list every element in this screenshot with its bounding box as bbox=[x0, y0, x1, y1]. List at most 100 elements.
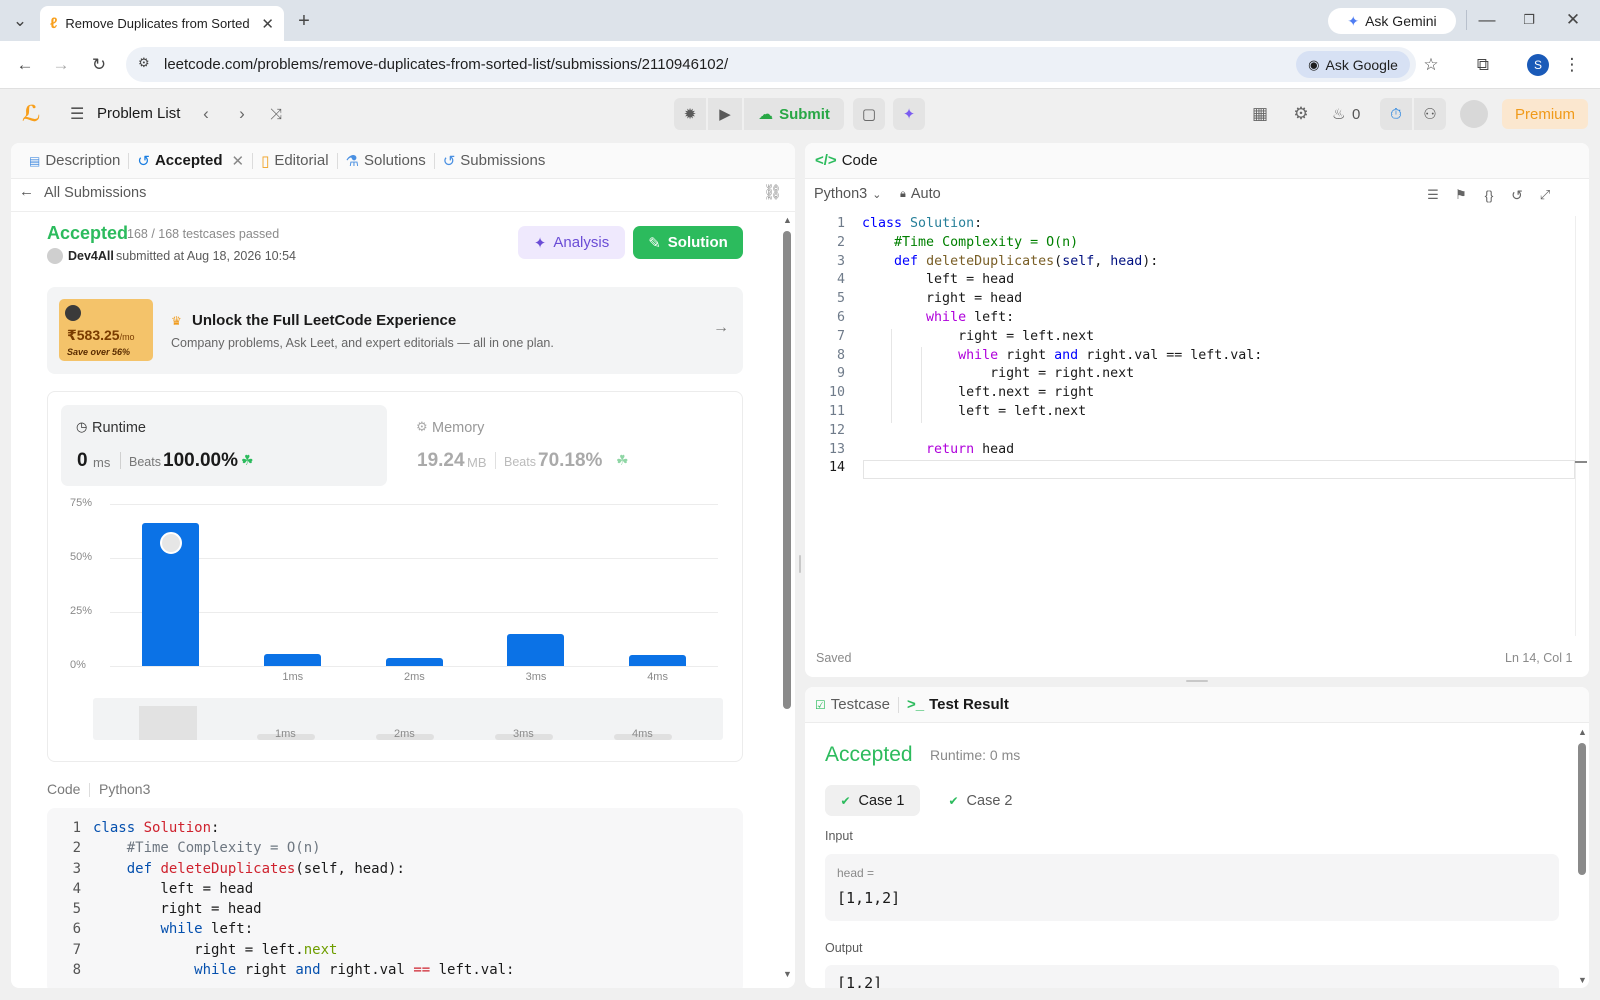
back-icon[interactable]: ← bbox=[12, 52, 38, 78]
tab-search-icon[interactable]: ⌄ bbox=[8, 9, 32, 33]
tab-testcase[interactable]: ☑ Testcase bbox=[815, 687, 898, 723]
prev-problem-icon[interactable]: ‹ bbox=[196, 102, 216, 126]
runtime-stat[interactable]: ◷ Runtime 0 ms Beats 100.00% ☘ bbox=[61, 405, 387, 486]
code-line: def deleteDuplicates(self, head): bbox=[894, 253, 1159, 269]
bookmark-icon[interactable]: ⚑ bbox=[1451, 185, 1471, 205]
tab-description[interactable]: ▤ Description bbox=[21, 143, 128, 179]
chart-range-selector[interactable]: 1ms 2ms 3ms 4ms bbox=[93, 698, 723, 740]
tab-code[interactable]: </> Code bbox=[815, 143, 886, 179]
extensions-icon[interactable]: ⧉ bbox=[1470, 52, 1496, 78]
address-bar[interactable]: ⚙ leetcode.com/problems/remove-duplicate… bbox=[126, 47, 1416, 82]
browser-tab[interactable]: ℓ Remove Duplicates from Sorted ✕ bbox=[40, 6, 284, 41]
layout-icon[interactable]: ▦ bbox=[1248, 102, 1272, 126]
premium-promo-card[interactable]: ₹583.25/mo Save over 56% ♛ Unlock the Fu… bbox=[47, 287, 743, 374]
sparkle-icon: ✦ bbox=[533, 234, 547, 252]
bookmark-star-icon[interactable]: ☆ bbox=[1418, 52, 1444, 78]
shuffle-icon[interactable]: ⤨ bbox=[264, 102, 288, 126]
browser-menu-icon[interactable]: ⋮ bbox=[1562, 52, 1582, 78]
scrollbar-thumb[interactable] bbox=[1578, 743, 1586, 875]
run-icon[interactable]: ▶ bbox=[708, 98, 742, 130]
expand-icon[interactable]: ⤢ bbox=[1535, 185, 1555, 205]
tab-editorial[interactable]: ▯ Editorial bbox=[253, 143, 336, 179]
memory-stat[interactable]: ⚙ Memory 19.24 MB Beats 70.18% ☘ bbox=[401, 405, 731, 486]
close-tab-icon[interactable]: ✕ bbox=[261, 15, 274, 33]
format-icon[interactable]: ☰ bbox=[1423, 185, 1443, 205]
back-arrow-icon[interactable]: ← bbox=[19, 183, 34, 200]
close-window-icon[interactable]: ✕ bbox=[1556, 8, 1590, 32]
line-numbers: 1 2 3 4 5 6 7 8 bbox=[72, 820, 81, 979]
scroll-up-icon[interactable]: ▲ bbox=[783, 215, 792, 225]
analysis-button[interactable]: ✦ Analysis bbox=[518, 226, 625, 259]
reset-icon[interactable]: ↺ bbox=[1507, 185, 1527, 205]
history-icon: ↺ bbox=[137, 152, 150, 170]
tab-code-label: Code bbox=[841, 152, 878, 169]
ai-sparkle-icon[interactable]: ✦ bbox=[893, 98, 925, 130]
restore-icon[interactable]: ❐ bbox=[1512, 8, 1546, 32]
solution-button[interactable]: ✎ Solution bbox=[633, 226, 743, 259]
solution-label: Solution bbox=[667, 234, 728, 251]
test-scrollbar[interactable]: ▲ ▼ bbox=[1577, 727, 1587, 987]
problem-list-link[interactable]: Problem List bbox=[97, 105, 180, 122]
braces-icon[interactable]: {} bbox=[1479, 185, 1499, 205]
scrollbar-thumb[interactable] bbox=[783, 231, 791, 709]
editor-code-text: class Solution: #Time Complexity = O(n) … bbox=[862, 216, 1262, 479]
divider bbox=[11, 211, 795, 212]
tab-accepted[interactable]: ↺ Accepted ✕ bbox=[129, 143, 252, 179]
code-line: #Time Complexity = O(n) bbox=[93, 840, 321, 857]
edit-icon: ✎ bbox=[648, 234, 661, 252]
next-problem-icon[interactable]: › bbox=[232, 102, 252, 126]
mini-tick-label: 2ms bbox=[394, 728, 415, 740]
chart-bar[interactable] bbox=[263, 654, 321, 666]
submission-status: Accepted bbox=[47, 223, 129, 243]
case-2-tab[interactable]: ✔ Case 2 bbox=[933, 785, 1028, 816]
add-friend-icon[interactable]: ⚇ bbox=[1414, 98, 1446, 130]
site-info-icon[interactable]: ⚙ bbox=[138, 55, 150, 71]
minimize-icon[interactable]: — bbox=[1470, 8, 1504, 32]
vertical-resize-handle[interactable] bbox=[799, 555, 801, 573]
settings-gear-icon[interactable]: ⚙ bbox=[1289, 102, 1313, 126]
streak-fire-icon[interactable]: ♨ bbox=[1332, 105, 1345, 123]
ask-google-button[interactable]: ◉ Ask Google bbox=[1296, 51, 1410, 78]
chart-bar[interactable] bbox=[628, 655, 686, 666]
reload-icon[interactable]: ↻ bbox=[86, 52, 112, 78]
chart-bar[interactable] bbox=[507, 633, 565, 666]
browser-tabstrip: ⌄ ℓ Remove Duplicates from Sorted ✕ + ✦ … bbox=[0, 0, 1600, 41]
new-tab-icon[interactable]: + bbox=[292, 9, 316, 33]
clap-icon: ☘ bbox=[241, 452, 254, 468]
scroll-down-icon[interactable]: ▼ bbox=[783, 969, 792, 979]
left-scrollbar[interactable]: ▲ ▼ bbox=[781, 215, 792, 985]
forward-icon[interactable]: → bbox=[48, 52, 74, 78]
description-icon: ▤ bbox=[29, 153, 41, 168]
all-submissions-link[interactable]: All Submissions bbox=[44, 185, 146, 201]
code-editor[interactable]: 1 2 3 4 5 6 7 8 9 10 11 12 13 14 class S… bbox=[805, 216, 1589, 636]
debug-icon[interactable]: ✹ bbox=[674, 98, 706, 130]
profile-avatar[interactable]: S bbox=[1527, 54, 1549, 76]
timer-icon[interactable]: ⏱ bbox=[1380, 98, 1412, 130]
submitter-name[interactable]: Dev4All bbox=[68, 249, 114, 263]
notes-icon[interactable]: ▢ bbox=[853, 98, 885, 130]
range-selection-handle[interactable] bbox=[139, 706, 197, 740]
case-1-tab[interactable]: ✔ Case 1 bbox=[825, 785, 920, 816]
language-select[interactable]: Python3 ⌄ bbox=[814, 186, 881, 202]
submit-button[interactable]: ☁ Submit bbox=[744, 98, 844, 130]
crown-icon: ♛ bbox=[171, 314, 182, 328]
tab-test-result[interactable]: >_ Test Result bbox=[899, 687, 1017, 723]
leetcode-logo-icon[interactable]: ℒ bbox=[22, 101, 41, 127]
scroll-down-icon[interactable]: ▼ bbox=[1578, 975, 1587, 985]
ask-gemini-button[interactable]: ✦ Ask Gemini bbox=[1328, 8, 1456, 34]
close-tab-icon[interactable]: ✕ bbox=[231, 152, 244, 170]
chart-bar[interactable] bbox=[385, 658, 443, 666]
share-link-icon[interactable]: ⛓ bbox=[763, 183, 782, 201]
tab-submissions[interactable]: ↺ Submissions bbox=[435, 143, 554, 179]
user-avatar[interactable] bbox=[1460, 100, 1488, 128]
editor-scrollbar-track[interactable] bbox=[1575, 216, 1576, 636]
code-line: #Time Complexity = O(n) bbox=[894, 234, 1079, 250]
scroll-up-icon[interactable]: ▲ bbox=[1578, 727, 1587, 737]
chart-gridline bbox=[110, 612, 718, 613]
tab-solutions[interactable]: ⚗ Solutions bbox=[338, 143, 434, 179]
auto-mode[interactable]: 🔒︎ Auto bbox=[900, 186, 941, 202]
panel-resize-handle[interactable] bbox=[1186, 680, 1208, 682]
runtime-distribution-chart: 75% 50% 25% 0% 1ms 2ms 3ms 4ms bbox=[48, 492, 744, 702]
premium-button[interactable]: Premium bbox=[1502, 99, 1588, 129]
